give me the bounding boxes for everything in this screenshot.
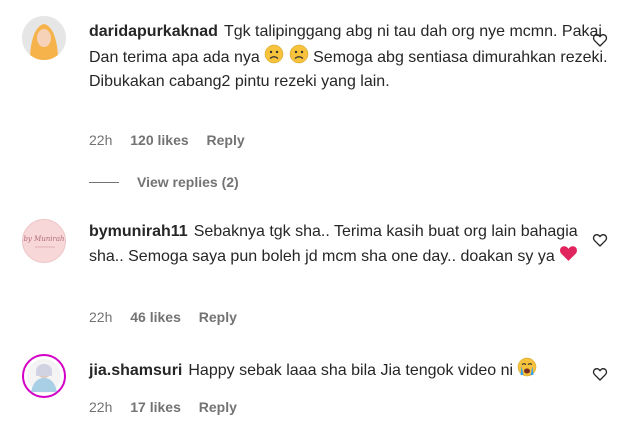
replies-line	[89, 181, 119, 183]
timestamp[interactable]: 22h	[89, 309, 112, 325]
like-heart-button[interactable]	[592, 366, 608, 382]
like-heart-button[interactable]	[592, 232, 608, 248]
comment-meta: 22h 120 likes Reply	[89, 132, 259, 148]
sad-face-emoji	[289, 44, 309, 72]
reply-button[interactable]: Reply	[199, 309, 237, 325]
comment-text: daridapurkaknad Tgk talipinggang abg ni t…	[89, 21, 609, 94]
red-heart-emoji	[559, 244, 578, 270]
username[interactable]: daridapurkaknad	[89, 23, 218, 40]
comment-meta: 22h 46 likes Reply	[89, 309, 251, 325]
likes-count[interactable]: 120 likes	[130, 132, 188, 148]
avatar[interactable]	[22, 354, 66, 398]
heart-outline-icon	[592, 233, 608, 247]
crying-face-emoji	[517, 357, 537, 385]
avatar[interactable]: by Munirah	[22, 219, 66, 263]
hijab-avatar-icon	[22, 16, 66, 60]
heart-outline-icon	[592, 33, 608, 47]
comment-text: jia.shamsuri Happy sebak laaa sha bila Ji…	[89, 357, 609, 385]
username[interactable]: bymunirah11	[89, 223, 188, 240]
ring-avatar-icon	[27, 359, 61, 393]
comment-text-part: Happy sebak laaa sha bila Jia tengok vid…	[188, 361, 518, 379]
comment-text: bymunirah11 Sebaknya tgk sha.. Terima kas…	[89, 221, 609, 269]
view-replies-label: View replies (2)	[137, 174, 239, 190]
reply-button[interactable]: Reply	[207, 132, 245, 148]
likes-count[interactable]: 46 likes	[130, 309, 181, 325]
username[interactable]: jia.shamsuri	[89, 362, 182, 379]
avatar-logo-text: by Munirah	[23, 235, 65, 243]
timestamp[interactable]: 22h	[89, 132, 112, 148]
like-heart-button[interactable]	[592, 32, 608, 48]
reply-button[interactable]: Reply	[199, 399, 237, 415]
avatar[interactable]	[22, 16, 66, 60]
heart-outline-icon	[592, 367, 608, 381]
view-replies-button[interactable]: View replies (2)	[89, 174, 239, 190]
timestamp[interactable]: 22h	[89, 399, 112, 415]
likes-count[interactable]: 17 likes	[130, 399, 181, 415]
comment-meta: 22h 17 likes Reply	[89, 399, 251, 415]
sad-face-emoji	[264, 44, 284, 72]
